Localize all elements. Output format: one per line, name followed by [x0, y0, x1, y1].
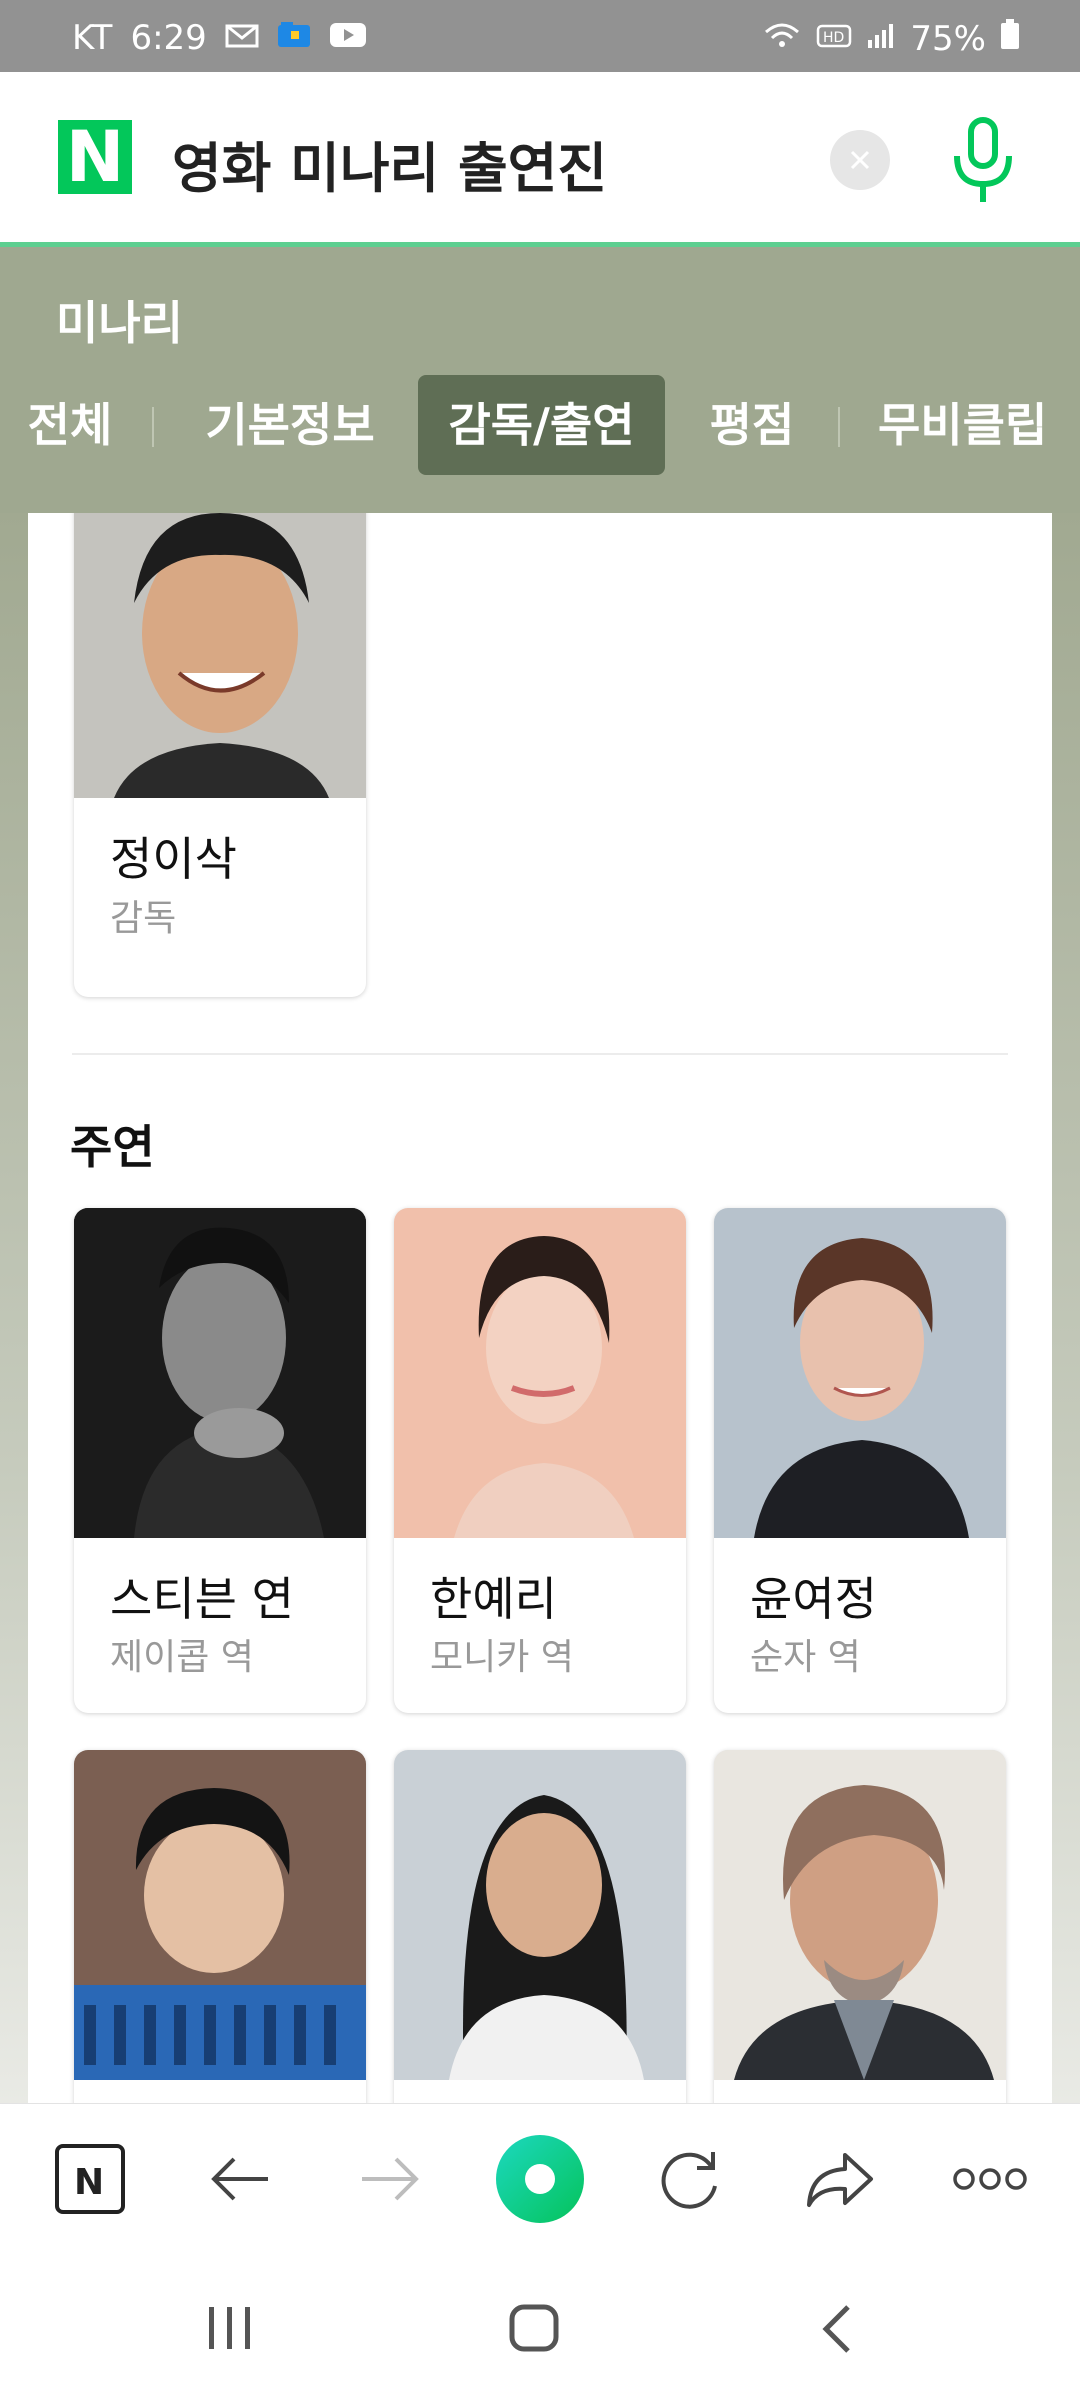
chevron-left-icon [822, 2305, 850, 2353]
actor-photo [714, 1750, 1006, 2080]
section-divider [72, 1053, 1008, 1055]
share-icon [807, 2153, 873, 2207]
refresh-button[interactable] [650, 2139, 730, 2219]
actor-role: 모니카 역 [430, 1637, 574, 1678]
section-title-leading: 주연 [70, 1120, 155, 1174]
green-dot-button[interactable] [495, 2134, 585, 2224]
battery-percent: 75% [910, 18, 986, 59]
tab-divider [838, 407, 840, 447]
mail-icon [225, 18, 259, 58]
youtube-icon [329, 18, 367, 58]
actor-name: 윤여정 [750, 1572, 877, 1626]
actor-role: 순자 역 [750, 1637, 861, 1678]
naver-home-button[interactable]: N [50, 2139, 130, 2219]
tab-movie-clip[interactable]: 무비클립 [878, 375, 1080, 475]
refresh-icon [661, 2152, 717, 2209]
director-role: 감독 [110, 898, 177, 939]
share-button[interactable] [800, 2139, 880, 2219]
search-input[interactable]: 영화 미나리 출연진 [172, 124, 607, 203]
search-bar: N 영화 미나리 출연진 [0, 72, 1080, 247]
actor-photo [74, 1208, 366, 1538]
movie-title[interactable]: 미나리 [56, 287, 183, 353]
more-button[interactable] [950, 2139, 1030, 2219]
browser-toolbar: N [0, 2103, 1080, 2254]
cast-card[interactable]: 윤여정 순자 역 [714, 1208, 1006, 1713]
green-dot-icon [496, 2135, 584, 2223]
back-arrow-icon [211, 2157, 268, 2201]
clear-search-button[interactable] [830, 130, 890, 190]
svg-text:HD: HD [823, 30, 844, 46]
tab-basic-info[interactable]: 기본정보 [194, 375, 386, 475]
cast-card[interactable] [74, 1750, 366, 2103]
actor-name: 한예리 [430, 1572, 557, 1626]
more-icon [953, 2168, 1027, 2190]
home-button[interactable] [508, 2303, 560, 2357]
actor-name: 스티븐 연 [110, 1572, 294, 1626]
back-button[interactable] [200, 2139, 280, 2219]
folder-icon [277, 18, 311, 58]
actor-role: 제이콥 역 [110, 1637, 254, 1678]
hd-icon: HD [816, 19, 852, 59]
director-card[interactable]: 정이삭 감독 [74, 513, 366, 997]
cast-card[interactable] [394, 1750, 686, 2103]
actor-photo [714, 1208, 1006, 1538]
tab-all[interactable]: 전체 [20, 375, 120, 475]
svg-text:N: N [74, 2162, 104, 2203]
system-back-button[interactable] [818, 2303, 854, 2359]
cast-card[interactable]: 스티븐 연 제이콥 역 [74, 1208, 366, 1713]
actor-photo [74, 1750, 366, 2080]
recent-apps-icon [209, 2307, 250, 2349]
director-photo [74, 513, 366, 798]
movie-header: 미나리 전체 기본정보 감독/출연 평점 무비클립 [0, 247, 1080, 513]
cast-card[interactable]: 한예리 모니카 역 [394, 1208, 686, 1713]
carrier-label: KT [72, 18, 113, 58]
voice-search-button[interactable] [945, 116, 1021, 206]
naver-home-icon: N [55, 2144, 125, 2214]
tab-divider [152, 407, 154, 447]
naver-logo[interactable]: N [58, 120, 132, 194]
wifi-icon [762, 19, 802, 59]
tab-rating[interactable]: 평점 [700, 375, 804, 475]
battery-icon [1000, 18, 1020, 59]
movie-tabs: 전체 기본정보 감독/출연 평점 무비클립 [0, 375, 1080, 475]
forward-arrow-icon [362, 2157, 419, 2201]
director-name: 정이삭 [110, 832, 237, 886]
home-icon [509, 2304, 559, 2352]
cast-content: 정이삭 감독 주연 스티븐 연 제이콥 역 한예리 모니카 역 윤여정 순자 역 [28, 513, 1052, 2103]
actor-photo [394, 1208, 686, 1538]
microphone-icon [954, 117, 1012, 202]
signal-icon [866, 19, 896, 59]
status-bar: KT 6:29 HD 75% [0, 0, 1080, 72]
forward-button[interactable] [350, 2139, 430, 2219]
cast-card[interactable] [714, 1750, 1006, 2103]
time-label: 6:29 [130, 18, 207, 58]
actor-photo [394, 1750, 686, 2080]
recent-apps-button[interactable] [205, 2305, 255, 2355]
system-navigation-bar [0, 2253, 1080, 2400]
close-icon [850, 150, 870, 170]
tab-director-cast[interactable]: 감독/출연 [418, 375, 665, 475]
